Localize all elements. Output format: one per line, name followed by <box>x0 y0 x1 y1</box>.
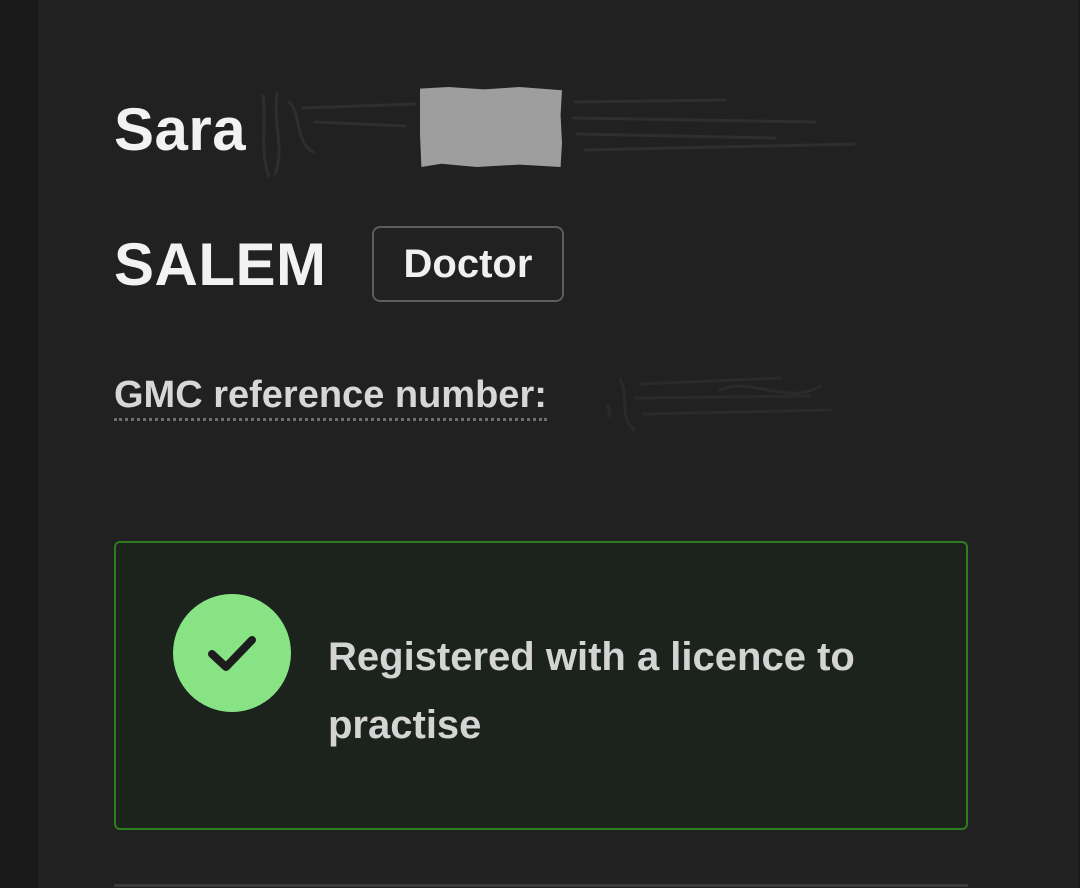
licence-status-box: Registered with a licence to practise <box>114 541 968 830</box>
licence-status-text: Registered with a licence to practise <box>328 635 855 747</box>
gmc-number-redaction <box>606 376 832 432</box>
gmc-reference-label[interactable]: GMC reference number: <box>114 374 547 422</box>
role-badge: Doctor <box>372 226 564 302</box>
gmc-row: GMC reference number: <box>114 368 547 428</box>
first-name-row: Sara <box>114 80 246 180</box>
divider <box>114 884 968 887</box>
status-check-badge <box>173 594 291 712</box>
redaction-block <box>420 87 562 167</box>
last-name: SALEM <box>114 231 327 298</box>
check-icon <box>208 636 256 671</box>
last-name-row: SALEM <box>114 226 327 304</box>
first-name: Sara <box>114 96 247 163</box>
